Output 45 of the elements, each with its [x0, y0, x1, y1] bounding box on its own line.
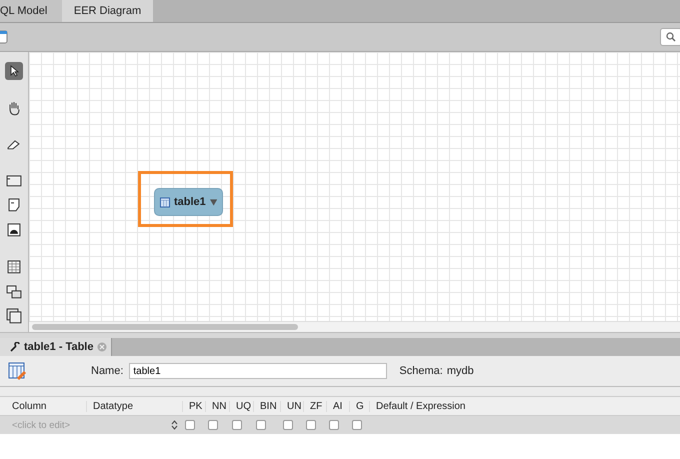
pointer-tool[interactable]	[5, 62, 23, 80]
column-header: PK	[182, 400, 205, 412]
schema-value: mydb	[446, 365, 474, 377]
column-header: AI	[326, 400, 349, 412]
checkbox[interactable]	[329, 420, 339, 430]
name-label: Name:	[91, 365, 124, 377]
stepper-icon[interactable]	[171, 420, 178, 430]
view-icon[interactable]	[5, 282, 23, 300]
name-field[interactable]: table1	[129, 363, 388, 379]
dropdown-arrow-icon[interactable]	[210, 198, 217, 206]
tab-title: table1 - Table	[24, 341, 94, 353]
column-header: UN	[280, 400, 303, 412]
table-icon	[160, 196, 170, 208]
document-icon[interactable]	[0, 30, 8, 44]
search-field[interactable]	[660, 28, 680, 46]
column-header: BIN	[253, 400, 280, 412]
column-header: Default / Expression	[369, 400, 680, 412]
column-header: NN	[205, 400, 229, 412]
column-header: ZF	[303, 400, 326, 412]
tab[interactable]: EER Diagram	[62, 0, 153, 22]
checkbox[interactable]	[232, 420, 242, 430]
cursor-icon	[9, 64, 19, 77]
diagram-canvas[interactable]: table1	[29, 52, 680, 332]
checkbox[interactable]	[185, 420, 195, 430]
image-icon[interactable]	[5, 221, 23, 239]
checkbox[interactable]	[306, 420, 316, 430]
checkbox[interactable]	[352, 420, 362, 430]
column-header: Column	[11, 400, 48, 412]
table-edit-icon	[8, 361, 28, 381]
editor-tab[interactable]: table1 - Table	[0, 338, 112, 356]
routine-icon[interactable]	[5, 307, 23, 326]
search-icon	[666, 32, 676, 42]
scrollbar-thumb[interactable]	[32, 324, 298, 330]
column-header: Datatype	[86, 400, 182, 412]
schema-label: Schema:	[399, 365, 443, 377]
checkbox[interactable]	[256, 420, 266, 430]
checkbox[interactable]	[208, 420, 218, 430]
close-icon[interactable]	[97, 342, 108, 352]
table-node[interactable]: table1	[154, 188, 223, 216]
column-header: G	[349, 400, 369, 412]
checkbox[interactable]	[283, 420, 293, 430]
table-icon[interactable]	[5, 258, 23, 276]
node-title: table1	[174, 196, 206, 208]
tab[interactable]: QL Model	[0, 0, 62, 22]
column-header: UQ	[229, 400, 253, 412]
